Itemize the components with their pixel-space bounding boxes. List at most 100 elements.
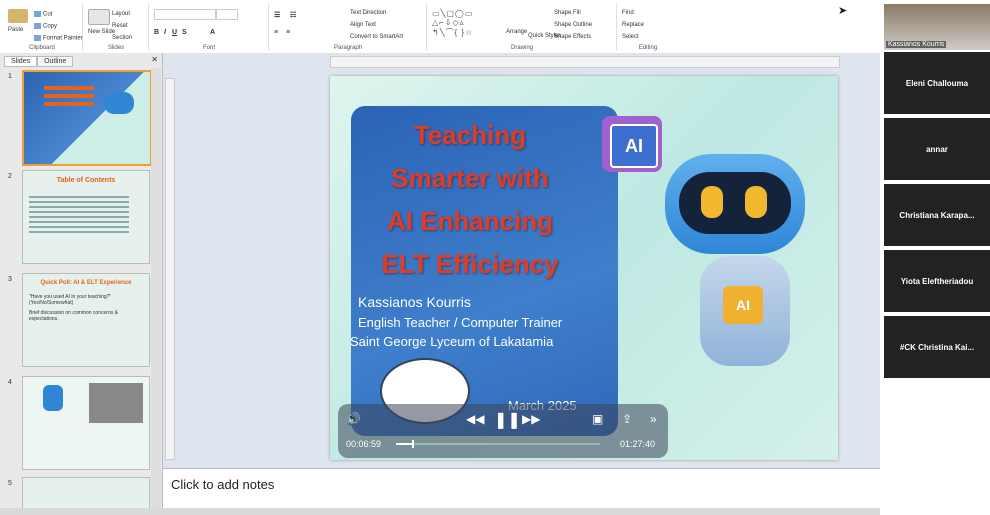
- bold-icon[interactable]: B: [154, 29, 159, 36]
- copy-button[interactable]: Copy: [34, 23, 57, 30]
- photo-thumb: [89, 383, 143, 423]
- seek-bar[interactable]: [396, 440, 600, 448]
- slides-pane: Slides Outline ✕ 1 2 Table of Contents 3 …: [0, 53, 163, 515]
- pip-icon[interactable]: ▣: [592, 412, 603, 426]
- shapes-gallery-icon[interactable]: ▭╲▢◯▭ △⌐⇩◇▵ ↰╲⌒{ }☆: [432, 9, 473, 38]
- horizontal-ruler: [330, 56, 840, 68]
- close-icon[interactable]: ✕: [151, 55, 158, 64]
- tab-outline[interactable]: Outline: [37, 56, 74, 67]
- participant-tile[interactable]: Christiana Karapa...: [884, 184, 990, 246]
- align-left-icon[interactable]: ≡: [274, 29, 278, 36]
- host-name: Kassianos Kourris: [886, 41, 947, 48]
- rewind-icon[interactable]: ◀◀: [466, 412, 484, 426]
- author-role: English Teacher / Computer Trainer: [358, 315, 563, 330]
- slides-group: New Slide Layout Reset Section Slides: [84, 3, 149, 51]
- slide-number: 2: [8, 173, 12, 180]
- brush-icon: [34, 35, 41, 41]
- new-slide-icon[interactable]: [88, 9, 110, 25]
- pane-scrollbar[interactable]: [151, 68, 161, 515]
- robot-eye: [745, 186, 767, 218]
- align-text-button[interactable]: Align Text: [350, 22, 376, 28]
- duration-time: 01:27:40: [620, 439, 656, 449]
- thumb-text-lines: [29, 193, 129, 236]
- slide-thumbnail-3[interactable]: Quick Poll: AI & ELT Experience "Have yo…: [22, 273, 150, 367]
- participant-tile[interactable]: #CK Christina Kai...: [884, 316, 990, 378]
- clipboard-label: Clipboard: [29, 45, 55, 51]
- slide-title-line: Smarter with: [391, 163, 549, 193]
- text-direction-button[interactable]: Text Direction: [350, 10, 386, 16]
- find-button[interactable]: Find: [622, 10, 634, 16]
- slide-thumbnail-2[interactable]: Table of Contents: [22, 170, 150, 264]
- thumb-bullet: Brief discussion on common concerns & ex…: [29, 310, 118, 322]
- replace-button[interactable]: Replace: [622, 22, 644, 28]
- notes-pane[interactable]: Click to add notes: [163, 468, 990, 509]
- cut-button[interactable]: Cut: [34, 11, 52, 18]
- slide-number: 3: [8, 276, 12, 283]
- slide-title-line: ELT Efficiency: [381, 249, 559, 279]
- media-player-controls: 🔊 ◀◀ ❚❚ ▶▶ ▣ ⇪ » 00:06:59 01:27:40: [338, 404, 668, 458]
- font-color-icon[interactable]: A: [210, 29, 215, 36]
- shape-fill-button[interactable]: Shape Fill: [554, 10, 581, 16]
- robot-thumb-icon: [43, 385, 63, 411]
- font-group: B I U S A Font: [150, 3, 269, 51]
- ai-chip-label: AI: [610, 124, 658, 168]
- participant-tile[interactable]: annar: [884, 118, 990, 180]
- slide-number: 4: [8, 379, 12, 386]
- font-label: Font: [202, 45, 215, 51]
- font-name-select[interactable]: [154, 9, 216, 20]
- italic-icon[interactable]: I: [164, 29, 166, 36]
- participant-tile[interactable]: Eleni Challouma: [884, 52, 990, 114]
- status-bar: [0, 508, 990, 515]
- volume-icon[interactable]: 🔊: [346, 412, 361, 426]
- share-icon[interactable]: ⇪: [622, 412, 632, 426]
- robot-head: [665, 154, 805, 254]
- shape-effects-button[interactable]: Shape Effects: [554, 34, 591, 40]
- tab-slides[interactable]: Slides: [4, 56, 38, 67]
- numbering-icon[interactable]: ☷: [290, 11, 296, 19]
- font-size-select[interactable]: [216, 9, 238, 20]
- new-slide-button[interactable]: New Slide: [88, 29, 115, 35]
- pause-icon[interactable]: ❚❚: [494, 410, 521, 430]
- seek-progress: [396, 443, 413, 445]
- arrange-button[interactable]: Arrange: [506, 29, 527, 35]
- convert-smartart-button[interactable]: Convert to SmartArt: [350, 34, 403, 40]
- drawing-group: ▭╲▢◯▭ △⌐⇩◇▵ ↰╲⌒{ }☆ Arrange Quick Styles S…: [428, 3, 617, 51]
- seek-handle[interactable]: [412, 440, 415, 448]
- host-video[interactable]: Kassianos Kourris: [884, 4, 990, 50]
- section-button[interactable]: Section: [112, 35, 132, 41]
- author-name: Kassianos Kourris: [358, 294, 471, 310]
- copy-icon: [34, 23, 41, 29]
- ribbon: Paste Cut Copy Format Painter Clipboard …: [0, 0, 880, 54]
- thumb-title-lines: [44, 82, 94, 122]
- vertical-ruler: [165, 78, 175, 460]
- format-painter-button[interactable]: Format Painter: [34, 35, 83, 42]
- forward-icon[interactable]: ▶▶: [522, 412, 540, 426]
- slide-thumbnail-4[interactable]: [22, 376, 150, 470]
- notes-placeholder: Click to add notes: [171, 477, 275, 492]
- more-icon[interactable]: »: [650, 412, 657, 426]
- robot-eye: [701, 186, 723, 218]
- layout-button[interactable]: Layout: [112, 11, 130, 17]
- underline-icon[interactable]: U: [172, 29, 177, 36]
- bullets-icon[interactable]: ☰: [274, 11, 280, 19]
- mouse-cursor-icon: ➤: [838, 5, 848, 17]
- shadow-icon[interactable]: S: [182, 29, 187, 36]
- editing-group: Find Replace Select Editing: [618, 3, 678, 51]
- participant-tile[interactable]: Yiota Eleftheriadou: [884, 250, 990, 312]
- reset-button[interactable]: Reset: [112, 23, 128, 29]
- thumb-title: Quick Poll: AI & ELT Experience: [40, 280, 132, 286]
- paragraph-group: ☰ ☷ ≡ ≡ Text Direction Align Text Conver…: [270, 3, 427, 51]
- robot-chest-chip: AI: [723, 286, 763, 324]
- slide-title-line: Teaching: [413, 120, 527, 150]
- current-slide[interactable]: Teaching Smarter with AI Enhancing ELT E…: [330, 76, 838, 460]
- align-center-icon[interactable]: ≡: [286, 29, 290, 36]
- cut-icon: [34, 11, 41, 17]
- slide-thumbnail-1[interactable]: [22, 70, 152, 166]
- paste-icon[interactable]: [8, 9, 28, 23]
- paste-button[interactable]: Paste: [8, 27, 23, 33]
- pane-tabs: Slides Outline: [4, 56, 74, 68]
- shape-outline-button[interactable]: Shape Outline: [554, 22, 592, 28]
- slide-number: 1: [8, 73, 12, 80]
- select-button[interactable]: Select: [622, 34, 639, 40]
- drawing-label: Drawing: [510, 45, 533, 51]
